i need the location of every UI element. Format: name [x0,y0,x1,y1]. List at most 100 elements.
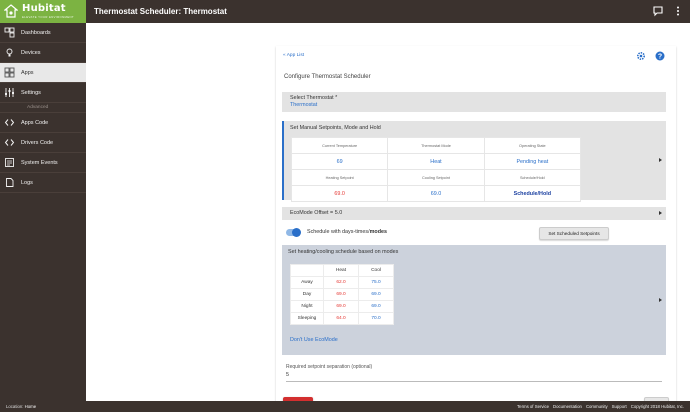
documentation-link[interactable]: Documentation [553,404,582,409]
config-card: « App List ? Configure Thermostat Schedu… [276,46,676,412]
sidebar-item-system-events[interactable]: System Events [0,153,86,173]
sidebar-item-dashboards[interactable]: Dashboards [0,23,86,43]
operating-state-value: Pending heat [483,153,582,170]
sidebar-item-label: Drivers Code [21,139,54,146]
mode-name: Sleeping [290,312,324,325]
main-area: « App List ? Configure Thermostat Schedu… [86,23,690,412]
toggle-knob [292,228,301,237]
footer-links: Terms of Service Documentation Community… [517,404,684,409]
operating-state-header: Operating State [483,137,582,154]
settings-icon [5,88,14,97]
sidebar-section-label: Advanced [0,103,86,113]
sidebar-item-apps-code[interactable]: Apps Code [0,113,86,133]
copyright-text: Copyright 2018 Hubitat, Inc. [630,404,684,409]
expand-caret-icon[interactable] [659,298,662,302]
cool-header: Cool [358,264,394,277]
cool-value[interactable]: 70.0 [358,312,394,325]
logs-icon [6,178,14,187]
table-row: Day 69.0 69.0 [290,288,394,301]
schedule-toggle-row: Schedule with days-times/modes Set Sched… [282,226,666,242]
cooling-setpoint-value[interactable]: 69.0 [387,185,485,202]
schedule-hold-header: Schedule/Hold [483,169,582,186]
schedule-section-title: Set heating/cooling schedule based on mo… [288,249,399,255]
schedule-toggle-label: Schedule with days-times/modes [307,229,387,235]
hubitat-logo[interactable]: Hubitat ELEVATE YOUR ENVIRONMENT [0,0,86,23]
location-info: Location: Home [6,404,37,409]
current-temp-header: Current Temperature [290,137,389,154]
page-title: Thermostat Scheduler: Thermostat [94,7,227,16]
menu-icon[interactable] [672,5,684,17]
sidebar-item-devices[interactable]: Devices [0,43,86,63]
location-link[interactable]: Home [25,404,36,409]
mode-name: Night [290,300,324,313]
sidebar-item-apps[interactable]: Apps [0,63,86,83]
select-thermostat-section[interactable]: Select Thermostat * Thermostat [282,92,666,112]
apps-icon [4,67,15,78]
separation-input[interactable]: 5 [286,372,662,382]
thermostat-status-grid: Current Temperature Thermostat Mode Oper… [290,137,582,202]
sidebar-item-label: Devices [21,49,41,56]
table-row: Away 62.0 75.0 [290,276,394,289]
cool-value[interactable]: 69.0 [358,288,394,301]
help-icon[interactable]: ? [655,51,665,61]
sidebar-item-label: Settings [21,89,41,96]
thermostat-mode-value[interactable]: Heat [387,153,485,170]
cooling-setpoint-header: Cooling Setpoint [387,169,485,186]
mode-schedule-table: Heat Cool Away 62.0 75.0 Day 69.0 69.0 N… [290,264,394,325]
separation-label: Required setpoint separation (optional) [286,364,373,370]
sidebar: Dashboards Devices Apps Settings Advance… [0,23,86,401]
svg-text:?: ? [658,54,662,61]
heat-value[interactable]: 69.0 [323,288,359,301]
devices-icon [6,48,13,57]
schedule-modes-toggle[interactable] [286,228,301,237]
top-bar: Hubitat ELEVATE YOUR ENVIRONMENT Thermos… [0,0,690,23]
select-thermostat-label: Select Thermostat * [290,95,338,101]
events-icon [5,158,14,167]
cool-value[interactable]: 69.0 [358,300,394,313]
mode-name: Away [290,276,324,289]
cool-value[interactable]: 75.0 [358,276,394,289]
current-temp-value: 69 [290,153,389,170]
sidebar-item-label: Logs [21,179,33,186]
sidebar-item-settings[interactable]: Settings [0,83,86,103]
heat-value[interactable]: 69.0 [323,300,359,313]
sidebar-item-drivers-code[interactable]: Drivers Code [0,133,86,153]
sidebar-item-label: System Events [21,159,58,166]
set-scheduled-setpoints-button[interactable]: Set Scheduled Setpoints [539,227,609,240]
comment-icon[interactable] [652,5,664,17]
community-link[interactable]: Community [586,404,608,409]
hubitat-logo-icon [4,4,18,18]
manual-setpoints-section[interactable]: Set Manual Setpoints, Mode and Hold Curr… [282,121,666,202]
app-list-link[interactable]: « App List [283,53,304,58]
sidebar-item-label: Apps [21,69,34,76]
mode-name: Day [290,288,324,301]
table-row: Night 69.0 69.0 [290,300,394,313]
code-icon [4,119,15,126]
brand-tagline: ELEVATE YOUR ENVIRONMENT [22,15,75,19]
support-link[interactable]: Support [612,404,627,409]
code-icon [4,139,15,146]
ecomode-section[interactable]: EcoMode Offset = 5.0 [282,207,666,220]
dont-use-ecomode-link[interactable]: Don't Use EcoMode [290,337,338,343]
expand-caret-icon[interactable] [659,158,662,162]
heat-value[interactable]: 64.0 [323,312,359,325]
dashboards-icon [4,27,15,38]
config-title: Configure Thermostat Scheduler [284,74,371,80]
sidebar-item-label: Dashboards [21,29,51,36]
manual-section-title: Set Manual Setpoints, Mode and Hold [290,125,381,131]
brand-name: Hubitat [22,3,66,14]
heating-setpoint-value[interactable]: 69.0 [290,185,389,202]
mode-schedule-section[interactable]: Set heating/cooling schedule based on mo… [282,245,666,355]
thermostat-mode-header: Thermostat Mode [387,137,485,154]
sidebar-item-label: Apps Code [21,119,49,126]
gear-icon[interactable] [636,51,646,61]
table-row: Sleeping 64.0 70.0 [290,312,394,325]
expand-caret-icon[interactable] [659,211,662,215]
schedule-hold-value[interactable]: Schedule/Hold [483,185,582,202]
sidebar-item-logs[interactable]: Logs [0,173,86,193]
terms-link[interactable]: Terms of Service [517,404,549,409]
heat-value[interactable]: 62.0 [323,276,359,289]
ecomode-label: EcoMode Offset = 5.0 [290,210,343,216]
select-thermostat-value[interactable]: Thermostat [290,102,658,108]
heating-setpoint-header: Heating Setpoint [290,169,389,186]
